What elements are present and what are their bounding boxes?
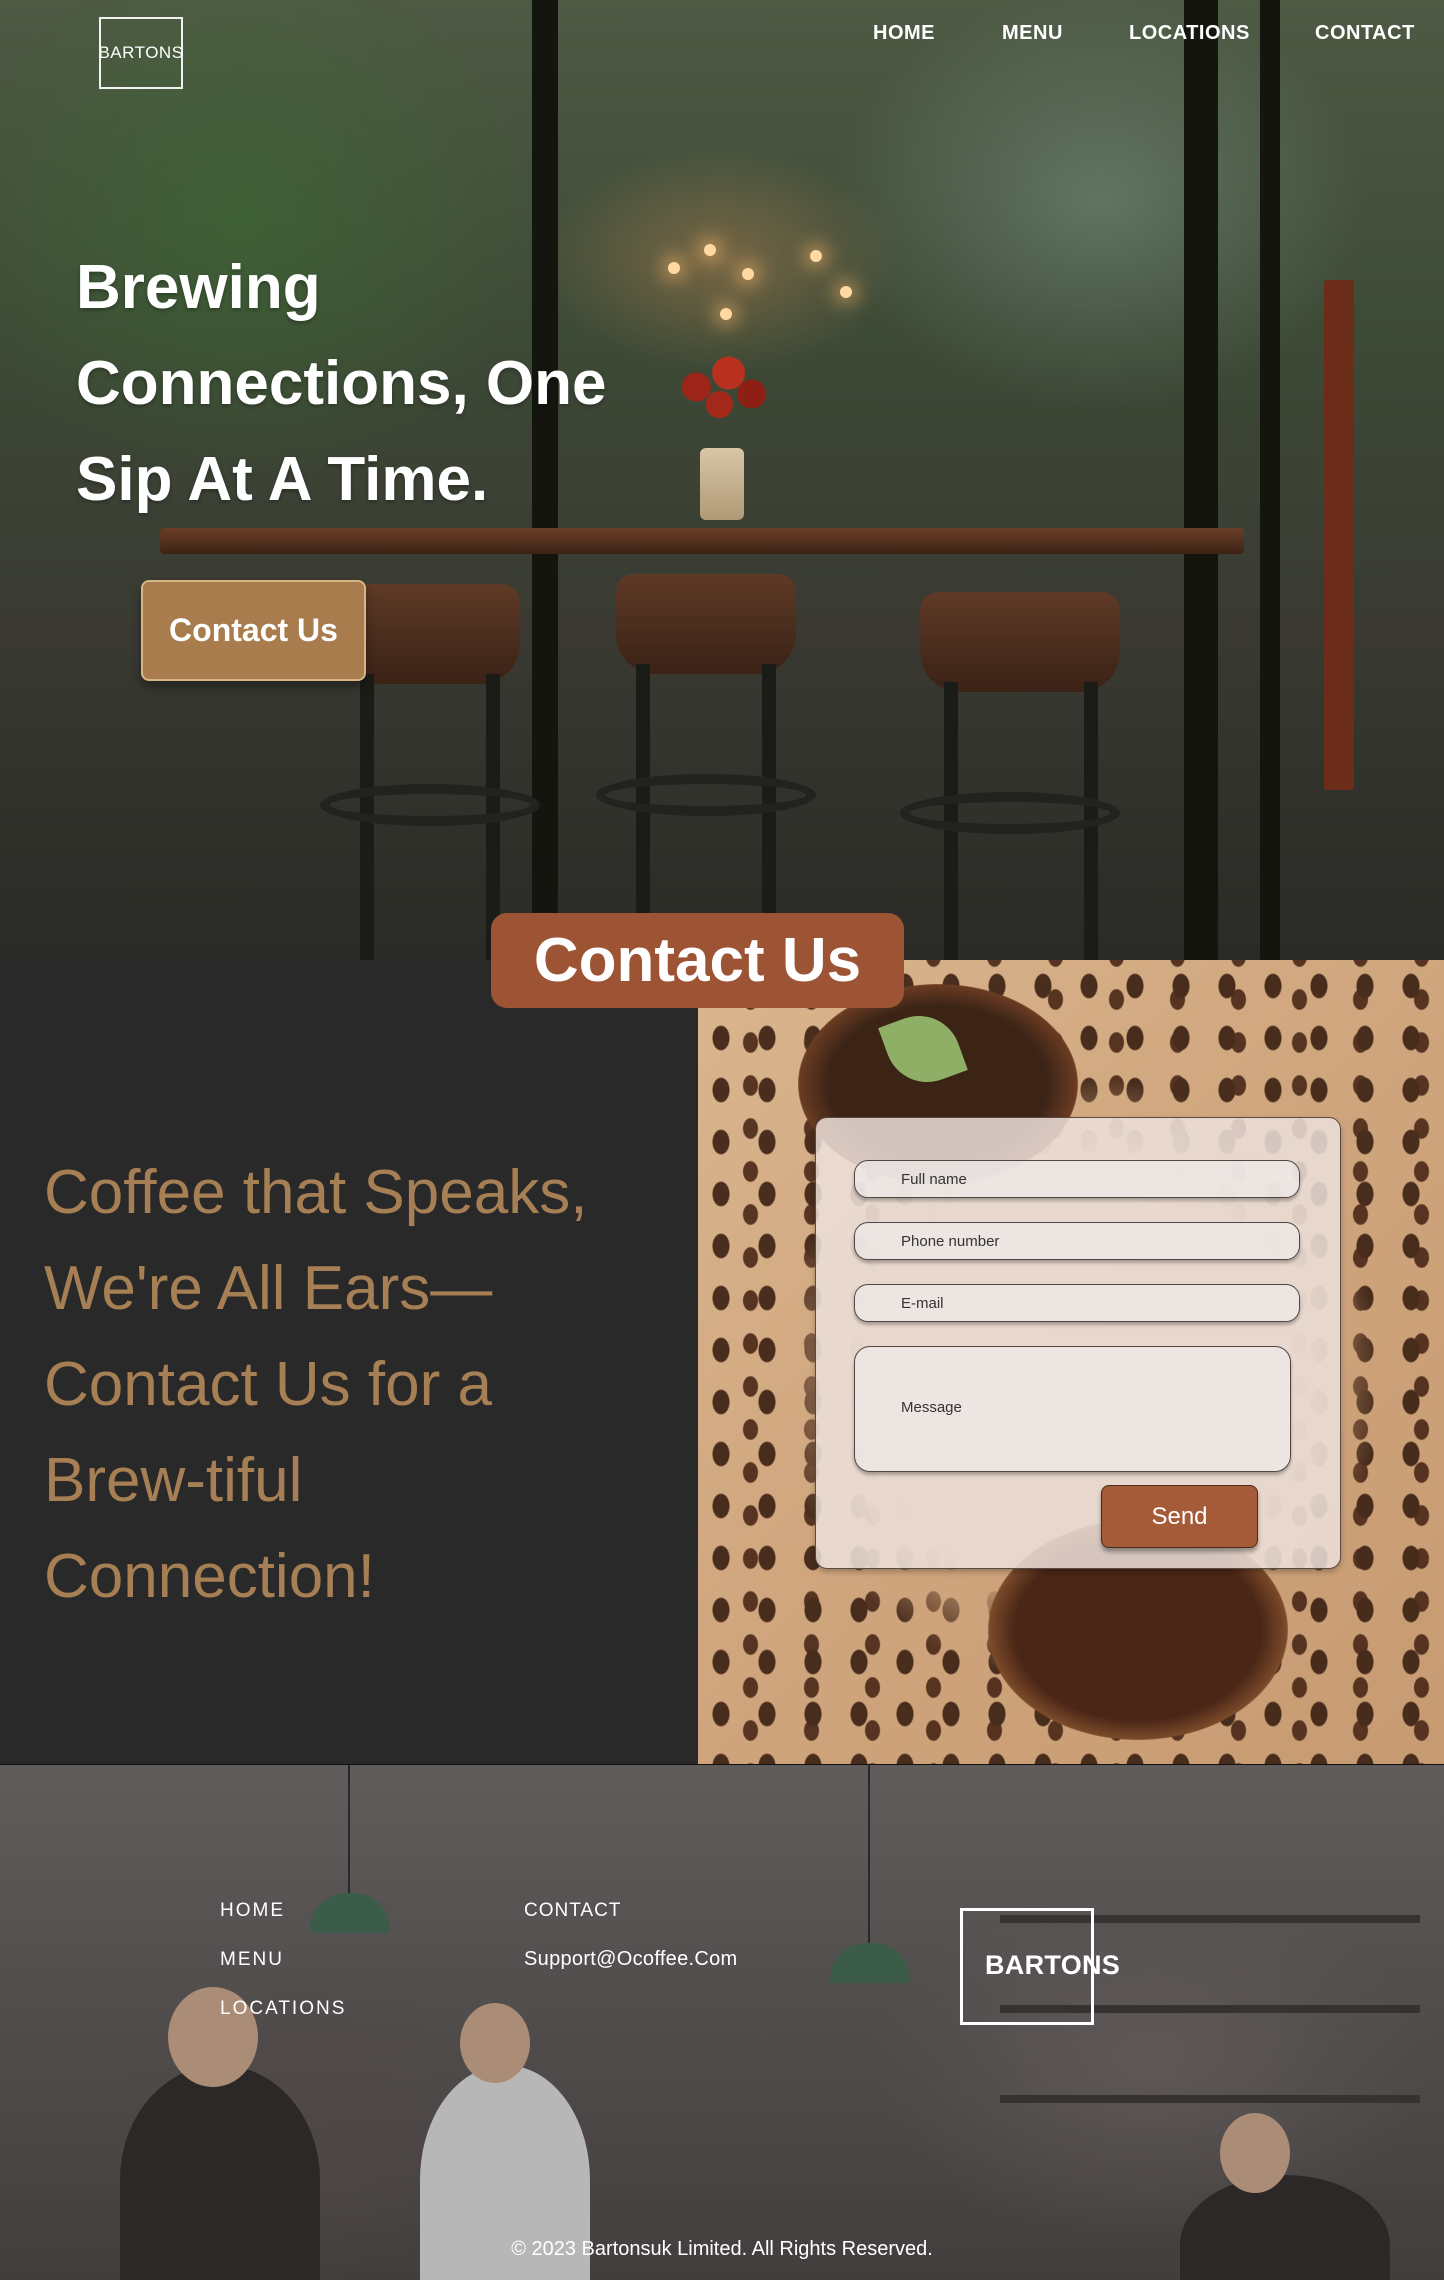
lamp: [840, 286, 852, 298]
email-field[interactable]: E-mail: [854, 1284, 1300, 1322]
brand-logo[interactable]: BARTONS: [98, 17, 184, 89]
tagline-line: Coffee that Speaks,: [44, 1158, 588, 1227]
message-field[interactable]: Message: [854, 1346, 1291, 1472]
wooden-sign: [1324, 280, 1354, 790]
footer: [0, 1764, 1444, 2280]
footer-contact-label: CONTACT: [524, 1900, 622, 1921]
tagline-line: Connection!: [44, 1542, 375, 1611]
section-title-contact: Contact Us: [491, 913, 904, 1008]
brand-logo-text: BARTONS: [98, 43, 184, 62]
contact-form: Full name Phone number E-mail Message Se…: [815, 1117, 1341, 1569]
nav-home[interactable]: HOME: [873, 22, 935, 52]
footer-overlay: [0, 1765, 1444, 2280]
phone-placeholder: Phone number: [901, 1233, 1000, 1250]
bar-table: [160, 528, 1244, 554]
full-name-placeholder: Full name: [901, 1171, 967, 1188]
phone-field[interactable]: Phone number: [854, 1222, 1300, 1260]
contact-us-button[interactable]: Contact Us: [141, 580, 366, 681]
window-frame: [1184, 0, 1218, 960]
hero-title-line: Sip At A Time.: [76, 445, 489, 514]
send-button-label: Send: [1151, 1502, 1208, 1530]
tagline-line: Contact Us for a: [44, 1350, 492, 1419]
send-button[interactable]: Send: [1101, 1485, 1258, 1548]
footer-email-link[interactable]: Support@Ocoffee.Com: [524, 1948, 738, 1971]
email-placeholder: E-mail: [901, 1295, 944, 1312]
nav-contact[interactable]: CONTACT: [1315, 22, 1415, 52]
nav-menu[interactable]: MENU: [1002, 22, 1063, 52]
contact-us-button-label: Contact Us: [169, 612, 338, 648]
full-name-field[interactable]: Full name: [854, 1160, 1300, 1198]
message-placeholder: Message: [901, 1399, 962, 1416]
tagline-line: Brew-tiful: [44, 1446, 303, 1515]
lamp: [720, 308, 732, 320]
footer-link-locations[interactable]: LOCATIONS: [220, 1998, 346, 2020]
footer-link-menu[interactable]: MENU: [220, 1949, 284, 1971]
section-title-text: Contact Us: [533, 926, 862, 995]
hero-title-line: Connections, One: [76, 349, 607, 418]
footer-link-home[interactable]: HOME: [220, 1900, 285, 1922]
window-frame: [1260, 0, 1280, 960]
copyright: © 2023 Bartonsuk Limited. All Rights Res…: [511, 2238, 933, 2260]
footer-logo-text: BARTONS: [985, 1950, 1121, 1980]
lamp: [742, 268, 754, 280]
nav-locations[interactable]: LOCATIONS: [1129, 22, 1250, 52]
hero-title: Brewing Connections, One Sip At A Time.: [76, 240, 716, 528]
lamp: [810, 250, 822, 262]
contact-tagline: Coffee that Speaks, We're All Ears— Cont…: [44, 1145, 684, 1625]
hero-title-line: Brewing: [76, 253, 321, 322]
tagline-line: We're All Ears—: [44, 1254, 493, 1323]
